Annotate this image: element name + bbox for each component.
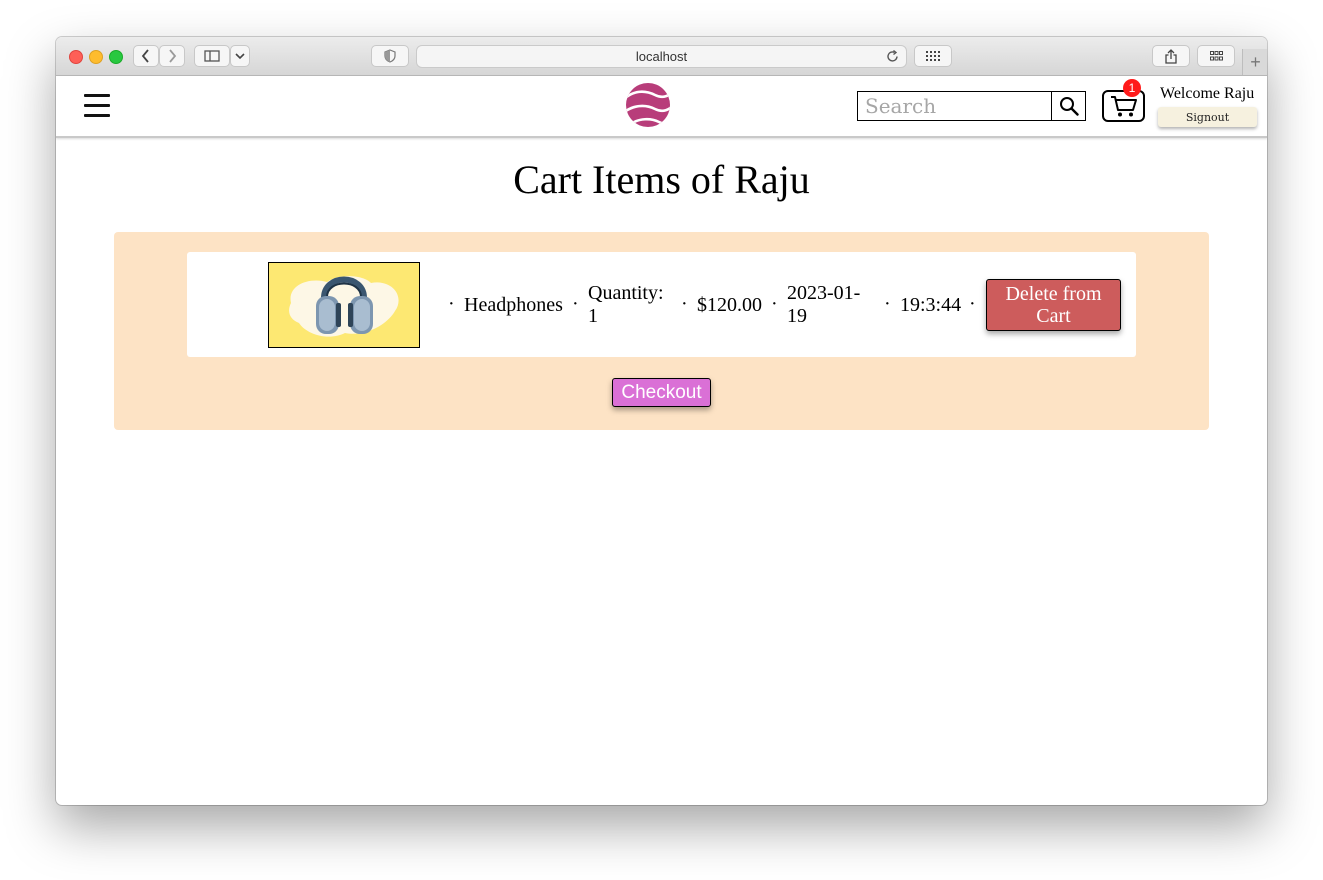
site-navbar: 1 Welcome Raju Signout bbox=[56, 76, 1267, 138]
share-icon bbox=[1165, 48, 1177, 64]
sidebar-dropdown-button[interactable] bbox=[230, 45, 250, 67]
back-button[interactable] bbox=[133, 45, 159, 67]
product-image bbox=[268, 262, 420, 348]
welcome-text: Welcome Raju bbox=[1160, 85, 1255, 102]
delete-label-line2: Cart bbox=[1036, 305, 1071, 327]
checkout-button[interactable]: Checkout bbox=[612, 378, 711, 407]
menu-icon[interactable] bbox=[84, 94, 110, 118]
search-input[interactable] bbox=[857, 91, 1053, 121]
tab-overview-icon bbox=[1209, 51, 1223, 61]
zoom-window-button[interactable] bbox=[109, 50, 123, 64]
browser-toolbar: localhost + bbox=[56, 37, 1267, 76]
address-bar[interactable]: localhost bbox=[416, 45, 907, 68]
share-button[interactable] bbox=[1152, 45, 1190, 67]
item-time: 19:3:44 bbox=[900, 294, 962, 316]
extensions-button[interactable] bbox=[914, 45, 952, 67]
shopping-cart-icon bbox=[1110, 96, 1137, 117]
back-icon bbox=[141, 49, 149, 63]
cart-item-row: · Headphones · Quantity: 1 · $120.00 · 2… bbox=[187, 252, 1136, 357]
page-title: Cart Items of Raju bbox=[513, 157, 810, 202]
delete-from-cart-button[interactable]: Delete from Cart bbox=[986, 279, 1121, 331]
chevron-down-icon bbox=[235, 53, 245, 60]
separator-dot: · bbox=[969, 293, 976, 315]
tab-overview-button[interactable] bbox=[1197, 45, 1235, 67]
minimize-window-button[interactable] bbox=[89, 50, 103, 64]
search-icon bbox=[1059, 97, 1079, 116]
delete-label-line1: Delete from bbox=[1005, 283, 1102, 305]
separator-dot: · bbox=[884, 293, 891, 315]
new-tab-icon: + bbox=[1250, 51, 1261, 72]
search-button[interactable] bbox=[1051, 91, 1086, 121]
url-text: localhost bbox=[635, 49, 688, 64]
cart-panel: · Headphones · Quantity: 1 · $120.00 · 2… bbox=[114, 232, 1209, 430]
forward-button[interactable] bbox=[159, 45, 185, 67]
item-quantity-label: Quantity: bbox=[588, 282, 664, 304]
shield-icon bbox=[384, 49, 396, 63]
separator-dot: · bbox=[681, 293, 688, 315]
signout-button[interactable]: Signout bbox=[1158, 107, 1257, 127]
close-window-button[interactable] bbox=[69, 50, 83, 64]
item-name: Headphones bbox=[464, 294, 563, 316]
separator-dot: · bbox=[771, 293, 778, 315]
separator-dot: · bbox=[448, 293, 455, 315]
item-price: $120.00 bbox=[697, 294, 762, 316]
item-quantity: 1 bbox=[588, 305, 598, 327]
delete-label: Delete from Cart bbox=[1005, 283, 1101, 327]
privacy-button[interactable] bbox=[371, 45, 409, 67]
reload-icon[interactable] bbox=[885, 49, 900, 64]
forward-icon bbox=[169, 49, 177, 63]
headphones-image bbox=[289, 276, 399, 337]
site-logo[interactable] bbox=[625, 82, 671, 128]
grid-icon bbox=[926, 51, 940, 61]
item-date-line2: 19 bbox=[787, 305, 807, 327]
sidebar-icon bbox=[204, 50, 220, 62]
new-tab-button[interactable]: + bbox=[1242, 49, 1267, 75]
browser-window: localhost + Search 1 Welcome Raju Signou… bbox=[56, 37, 1267, 805]
separator-dot: · bbox=[572, 293, 579, 315]
cart-button[interactable] bbox=[1102, 90, 1145, 122]
cart-count-badge: 1 bbox=[1123, 79, 1141, 97]
sidebar-button[interactable] bbox=[194, 45, 230, 67]
item-date-line1: 2023-01- bbox=[787, 282, 861, 304]
